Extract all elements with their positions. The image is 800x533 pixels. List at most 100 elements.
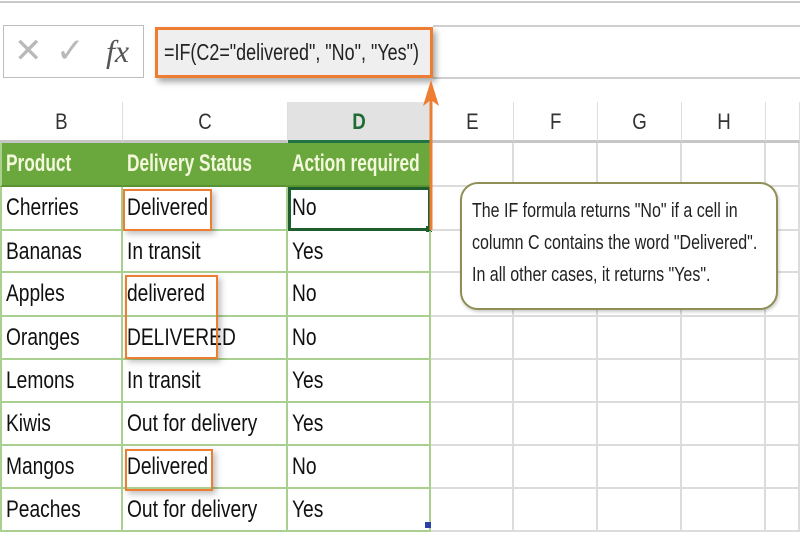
cell-text: Yes [292, 410, 324, 437]
cell-text: No [292, 453, 317, 480]
empty-cell[interactable] [514, 446, 598, 489]
formula-input[interactable]: =IF(C2="delivered", "No", "Yes") [155, 27, 433, 78]
cell-status[interactable]: delivered [123, 273, 288, 317]
empty-cell[interactable] [766, 489, 800, 532]
header-label: Delivery Status [127, 150, 252, 177]
cell-product[interactable]: Kiwis [0, 403, 123, 446]
cell-text: DELIVERED [127, 324, 236, 351]
cell-status[interactable]: In transit [123, 231, 288, 273]
column-letter: H [716, 109, 731, 134]
cell-text: Out for delivery [127, 410, 258, 437]
formula-text: =IF(C2="delivered", "No", "Yes") [164, 39, 419, 65]
cell-status[interactable]: DELIVERED [123, 317, 288, 360]
cell-status[interactable]: Delivered [123, 187, 288, 231]
cell-text: Lemons [6, 367, 75, 394]
cell-product[interactable]: Peaches [0, 489, 123, 532]
table-header-delivery-status[interactable]: Delivery Status [123, 143, 288, 187]
pointer-arrow [423, 80, 439, 230]
empty-cell[interactable] [598, 489, 682, 532]
empty-cell[interactable] [598, 403, 682, 446]
empty-cell[interactable] [514, 489, 598, 532]
empty-cell[interactable] [514, 360, 598, 403]
empty-cell[interactable] [682, 360, 766, 403]
table-header-action-required[interactable]: Action required [288, 143, 431, 187]
header-label: Product [6, 150, 72, 177]
empty-cell[interactable] [431, 360, 514, 403]
empty-cell[interactable] [766, 360, 800, 403]
column-letter: F [549, 109, 562, 134]
cell-text: delivered [127, 280, 205, 307]
column-header-c[interactable]: C [123, 102, 288, 143]
cell-status[interactable]: Out for delivery [123, 489, 288, 532]
cell-status[interactable]: Delivered [123, 446, 288, 489]
empty-cell[interactable] [766, 317, 800, 360]
cell-text: No [292, 324, 317, 351]
cell-text: No [292, 194, 317, 221]
column-letter: G [632, 109, 647, 134]
cancel-icon[interactable]: ✕ [14, 32, 43, 70]
empty-cell[interactable] [766, 403, 800, 446]
cell-action[interactable]: No [288, 317, 431, 360]
cell-product[interactable]: Cherries [0, 187, 123, 231]
formula-bar-buttons: ✕ ✓ fx [3, 25, 144, 78]
cell-status[interactable]: In transit [123, 360, 288, 403]
empty-cell[interactable] [598, 143, 682, 187]
column-header-f[interactable]: F [514, 102, 598, 143]
column-letter: B [54, 109, 68, 134]
enter-checkmark-icon[interactable]: ✓ [56, 32, 85, 70]
cell-text: Kiwis [6, 410, 51, 437]
empty-cell[interactable] [514, 403, 598, 446]
cell-action[interactable]: No [288, 273, 431, 317]
cell-text: Oranges [6, 324, 80, 351]
formula-bar-bottom-border [433, 77, 800, 79]
cell-product[interactable]: Bananas [0, 231, 123, 273]
empty-cell[interactable] [598, 360, 682, 403]
table-header-product[interactable]: Product [0, 143, 123, 187]
cell-action[interactable]: Yes [288, 231, 431, 273]
column-header-d[interactable]: D [288, 102, 431, 143]
empty-cell[interactable] [766, 446, 800, 489]
spreadsheet-grid: B C D E F G H Product Delivery Status Ac… [0, 102, 800, 532]
empty-cell[interactable] [431, 446, 514, 489]
empty-cell[interactable] [682, 403, 766, 446]
cell-text: Yes [292, 238, 324, 265]
cell-text: Delivered [127, 194, 209, 221]
cell-action[interactable]: Yes [288, 403, 431, 446]
cell-action[interactable]: Yes [288, 360, 431, 403]
column-letter: D [352, 109, 366, 134]
empty-cell[interactable] [598, 317, 682, 360]
empty-cell[interactable] [431, 489, 514, 532]
cell-action-selected[interactable]: No [288, 187, 432, 232]
cell-product[interactable]: Lemons [0, 360, 123, 403]
cell-product[interactable]: Mangos [0, 446, 123, 489]
cell-action[interactable]: Yes [288, 489, 431, 532]
empty-cell[interactable] [514, 317, 598, 360]
column-header-b[interactable]: B [0, 102, 123, 143]
empty-cell[interactable] [682, 489, 766, 532]
empty-cell[interactable] [682, 317, 766, 360]
insert-function-icon[interactable]: fx [106, 32, 129, 70]
cell-product[interactable]: Oranges [0, 317, 123, 360]
empty-cell[interactable] [598, 446, 682, 489]
cell-product[interactable]: Apples [0, 273, 123, 317]
cell-text: Cherries [6, 194, 79, 221]
empty-cell[interactable] [766, 143, 800, 187]
cell-text: Delivered [127, 453, 209, 480]
column-header-g[interactable]: G [598, 102, 682, 143]
cell-text: Apples [6, 280, 65, 307]
empty-cell[interactable] [514, 143, 598, 187]
empty-cell[interactable] [682, 143, 766, 187]
empty-cell[interactable] [431, 403, 514, 446]
empty-cell[interactable] [431, 317, 514, 360]
column-letter: E [465, 109, 479, 134]
empty-cell[interactable] [682, 446, 766, 489]
cell-action[interactable]: No [288, 446, 431, 489]
column-header-h[interactable]: H [682, 102, 766, 143]
cell-text: Out for delivery [127, 496, 258, 523]
callout-line: In all other cases, it returns "Yes". [472, 264, 711, 286]
column-header-i[interactable] [766, 102, 800, 143]
callout-line: column C contains the word "Delivered". [472, 232, 758, 254]
window-top-border [0, 1, 800, 3]
cell-status[interactable]: Out for delivery [123, 403, 288, 446]
table-resize-handle[interactable] [425, 522, 431, 528]
